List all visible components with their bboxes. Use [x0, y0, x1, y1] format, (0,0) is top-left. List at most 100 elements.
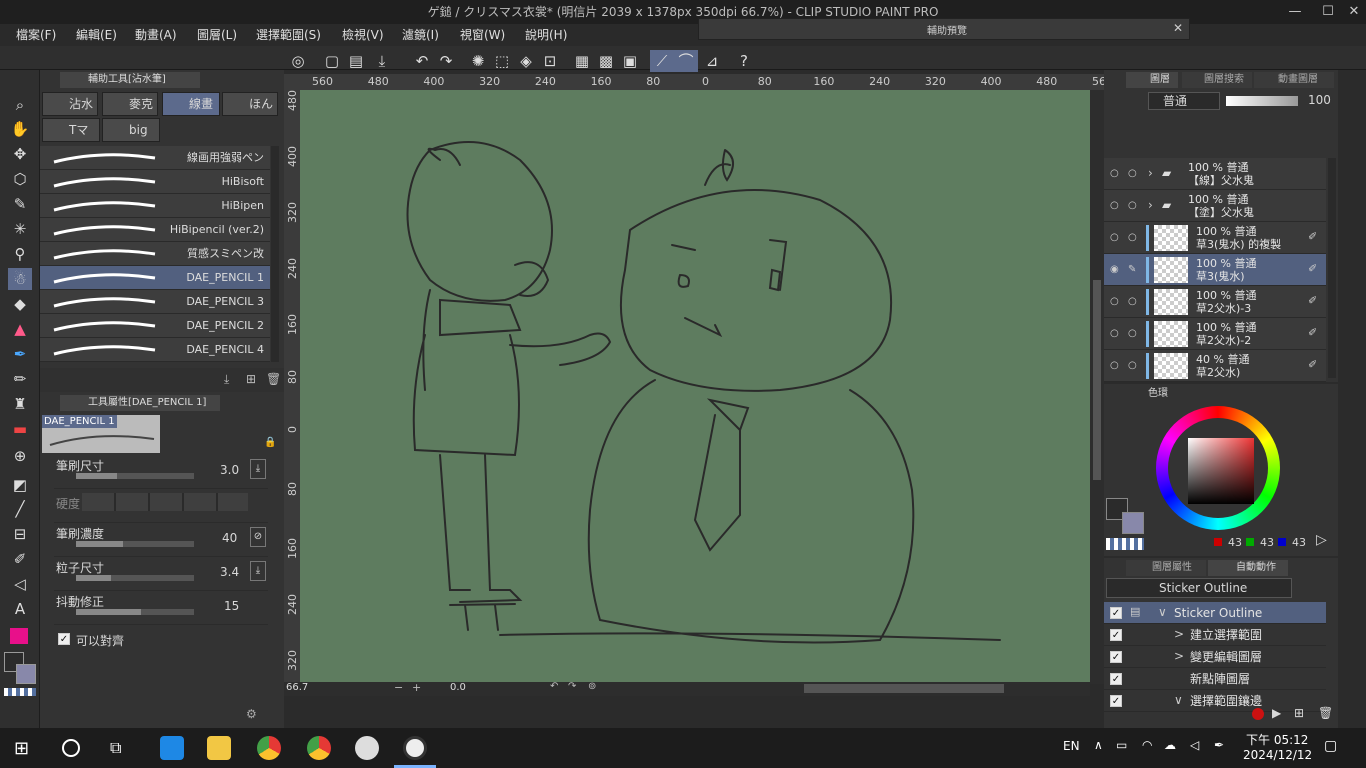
- brush-item[interactable]: DAE_PENCIL 2: [40, 314, 270, 338]
- zoom-icon[interactable]: ⌕: [8, 94, 32, 116]
- menu-filter[interactable]: 濾鏡(I): [402, 24, 439, 46]
- clip-studio-launcher-icon[interactable]: [355, 736, 379, 760]
- brush-item[interactable]: 質感スミペン改: [40, 242, 270, 266]
- sub-color-swatch[interactable]: [1122, 512, 1144, 534]
- density-toggle-icon[interactable]: ⊘: [250, 527, 266, 547]
- chevron-right-icon[interactable]: ›: [1148, 198, 1153, 212]
- color-mode-icon[interactable]: ▷: [1316, 532, 1327, 548]
- stabilization-value[interactable]: 15: [224, 599, 239, 613]
- layer-row[interactable]: ◉ ✎ ✐ 100 % 普通 草3(鬼水): [1104, 254, 1326, 286]
- play-icon[interactable]: ▶: [1272, 706, 1281, 720]
- save-icon[interactable]: ⤓: [370, 50, 394, 72]
- eyedropper-icon[interactable]: ⚲: [8, 243, 32, 265]
- menu-edit[interactable]: 編輯(E): [76, 24, 117, 46]
- pen-menu-icon[interactable]: ✒: [1214, 738, 1224, 752]
- layer-scrollbar[interactable]: [1328, 158, 1336, 378]
- lock-toggle-icon[interactable]: ○: [1128, 296, 1137, 307]
- action-item[interactable]: ✓ ∨ 選擇範圍鑲邊: [1104, 690, 1326, 712]
- density-slider[interactable]: [76, 541, 194, 547]
- zoom-in-icon[interactable]: +: [412, 681, 421, 694]
- task-view-icon[interactable]: ⧉: [110, 738, 121, 758]
- particle-value[interactable]: 3.4: [220, 565, 239, 579]
- language-indicator[interactable]: EN: [1063, 739, 1080, 753]
- help-icon[interactable]: ?: [732, 50, 756, 72]
- eye-hidden-icon[interactable]: ○: [1110, 360, 1119, 371]
- correct-line-icon[interactable]: ◁: [8, 573, 32, 595]
- lock-toggle-icon[interactable]: ○: [1128, 168, 1137, 179]
- action-expand-icon[interactable]: ∨: [1174, 693, 1183, 707]
- action-checkbox[interactable]: ✓: [1110, 607, 1122, 619]
- eye-hidden-icon[interactable]: ○: [1110, 232, 1119, 243]
- tab-animation-layer[interactable]: 動畫圖層: [1254, 72, 1334, 88]
- open-file-icon[interactable]: ▤: [344, 50, 368, 72]
- lock-toggle-icon[interactable]: ○: [1128, 328, 1137, 339]
- show-grid-icon[interactable]: ▦: [570, 50, 594, 72]
- brush-list-scrollbar[interactable]: [271, 146, 279, 362]
- action-item[interactable]: ✓ 新點陣圖層: [1104, 668, 1326, 690]
- clock-date[interactable]: 2024/12/12: [1243, 748, 1312, 762]
- snap-checkbox[interactable]: ✓: [58, 633, 70, 645]
- decoration-icon[interactable]: ▬: [8, 418, 32, 440]
- canvas-vscroll-thumb[interactable]: [1093, 280, 1101, 480]
- clock-time[interactable]: 下午 05:12: [1246, 731, 1308, 748]
- cake-icon[interactable]: ▲: [8, 318, 32, 340]
- menu-selection[interactable]: 選擇範圍(S): [256, 24, 321, 46]
- brush-size-slider[interactable]: [76, 473, 194, 479]
- fill-icon[interactable]: ◈: [514, 50, 538, 72]
- chevron-up-icon[interactable]: ∧: [1094, 738, 1103, 752]
- tab-dip-pen[interactable]: 沾水筆: [42, 92, 98, 116]
- menu-help[interactable]: 說明(H): [525, 24, 567, 46]
- lock-toggle-icon[interactable]: ○: [1128, 232, 1137, 243]
- redo-icon[interactable]: ↷: [434, 50, 458, 72]
- lock-toggle-icon[interactable]: ○: [1128, 360, 1137, 371]
- blue-value[interactable]: 43: [1292, 536, 1306, 549]
- minimize-button[interactable]: —: [1272, 0, 1318, 24]
- eye-hidden-icon[interactable]: ○: [1110, 200, 1119, 211]
- lock-toggle-icon[interactable]: ○: [1128, 200, 1137, 211]
- brush-item[interactable]: DAE_PENCIL 4: [40, 338, 270, 362]
- eye-icon[interactable]: ◉: [1110, 264, 1119, 275]
- layer-row[interactable]: ○ ○ ✐ 100 % 普通 草2父水)-2: [1104, 318, 1326, 350]
- menu-animation[interactable]: 動畫(A): [135, 24, 177, 46]
- gradient-icon[interactable]: ◩: [8, 474, 32, 496]
- tab-marker[interactable]: 麥克筆: [102, 92, 158, 116]
- sub-color-box[interactable]: [16, 664, 36, 684]
- layer-row[interactable]: ○ ○ › ▰ 100 % 普通 【線】父水鬼: [1104, 158, 1326, 190]
- eye-hidden-icon[interactable]: ○: [1110, 296, 1119, 307]
- pen-tool-icon[interactable]: ☃: [8, 268, 32, 290]
- green-value[interactable]: 43: [1260, 536, 1274, 549]
- layer-row[interactable]: ○ ○ ✐ 100 % 普通 草2父水)-3: [1104, 286, 1326, 318]
- battery-icon[interactable]: ▭: [1116, 738, 1127, 752]
- layer-row[interactable]: ○ ○ ✐ 40 % 普通 草2父水): [1104, 350, 1326, 382]
- lasso-icon[interactable]: ⬡: [8, 168, 32, 190]
- snap-grid-ruler-icon[interactable]: ⊿: [700, 50, 724, 72]
- transform-icon[interactable]: ⊡: [538, 50, 562, 72]
- edit-pen-icon[interactable]: ✎: [1128, 264, 1136, 275]
- action-item[interactable]: ✓ > 建立選擇範圍: [1104, 624, 1326, 646]
- particle-slider[interactable]: [76, 575, 194, 581]
- navigator-close-icon[interactable]: ✕: [1173, 21, 1183, 35]
- tab-layer[interactable]: 圖層: [1126, 72, 1178, 88]
- wifi-icon[interactable]: ◠: [1142, 738, 1152, 752]
- transparent-swatch[interactable]: [1106, 538, 1144, 550]
- balloon-icon[interactable]: ✐: [8, 548, 32, 570]
- canvas-hscroll-thumb[interactable]: [804, 684, 1004, 693]
- import-icon[interactable]: ⤓: [224, 372, 229, 387]
- reset-rotation-icon[interactable]: ⊚: [588, 681, 596, 692]
- action-item[interactable]: ✓ ▤ ∨ Sticker Outline: [1104, 602, 1326, 624]
- menu-window[interactable]: 視窗(W): [460, 24, 505, 46]
- chrome-profile-icon[interactable]: [307, 736, 331, 760]
- brush-item[interactable]: HiBipen: [40, 194, 270, 218]
- opacity-value[interactable]: 100: [1308, 93, 1331, 107]
- opacity-slider[interactable]: [1226, 96, 1298, 106]
- chrome-icon[interactable]: [257, 736, 281, 760]
- add-action-icon[interactable]: ⊞: [1294, 706, 1304, 720]
- particle-dropdown-icon[interactable]: ⤓: [250, 561, 266, 581]
- eye-hidden-icon[interactable]: ○: [1110, 328, 1119, 339]
- pencil-icon[interactable]: ✏: [8, 368, 32, 390]
- pen-icon[interactable]: ✒: [8, 343, 32, 365]
- rotate-left-icon[interactable]: ↶: [550, 681, 558, 692]
- action-expand-icon[interactable]: >: [1174, 649, 1184, 663]
- tab-hon-pen[interactable]: ほんペ: [222, 92, 278, 116]
- tab-layer-search[interactable]: 圖層搜索: [1182, 72, 1252, 88]
